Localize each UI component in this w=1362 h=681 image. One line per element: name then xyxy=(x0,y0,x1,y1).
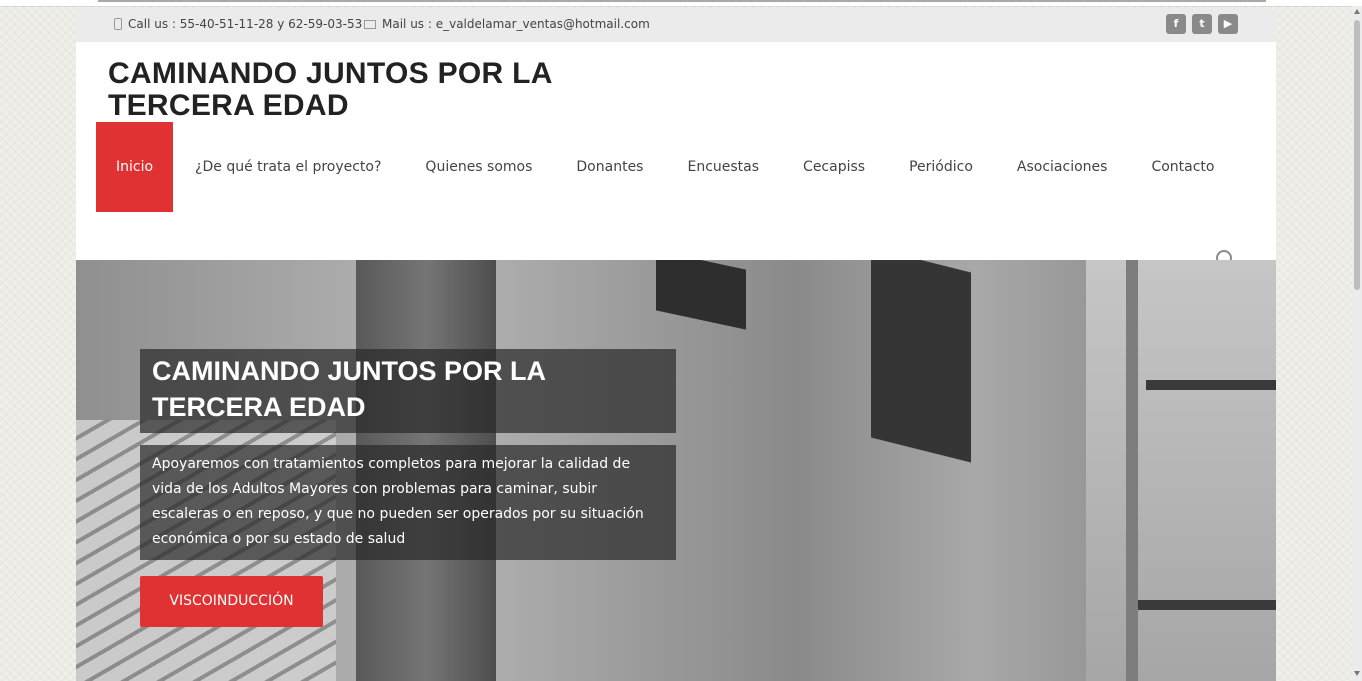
nav-item-inicio[interactable]: Inicio xyxy=(96,122,174,212)
twitter-icon[interactable]: t xyxy=(1192,14,1212,34)
top-info-bar: Call us : 55-40-51-11-28 y 62-59-03-53 M… xyxy=(76,8,1276,42)
site-title-line2: TERCERA EDAD xyxy=(108,89,349,122)
main-nav: Inicio ¿De qué trata el proyecto? Quiene… xyxy=(96,122,1236,212)
phone-text: Call us : 55-40-51-11-28 y 62-59-03-53 xyxy=(128,17,363,31)
nav-item-quienes-somos[interactable]: Quienes somos xyxy=(403,122,554,212)
browser-top-edge xyxy=(0,0,1362,7)
mail-text: Mail us : e_valdelamar_ventas@hotmail.co… xyxy=(382,17,650,31)
site-title[interactable]: CAMINANDO JUNTOS POR LA TERCERA EDAD xyxy=(108,58,628,122)
scroll-down-icon[interactable] xyxy=(1354,671,1360,676)
mail-info: Mail us : e_valdelamar_ventas@hotmail.co… xyxy=(364,17,650,31)
mail-icon xyxy=(364,19,376,29)
nav-item-contacto[interactable]: Contacto xyxy=(1129,122,1236,212)
viscoinduccion-button[interactable]: VISCOINDUCCIÓN xyxy=(140,576,323,627)
hero-title-box: CAMINANDO JUNTOS POR LA TERCERA EDAD xyxy=(140,349,676,433)
hero-slider: CAMINANDO JUNTOS POR LA TERCERA EDAD Apo… xyxy=(76,260,1276,681)
hero-description: Apoyaremos con tratamientos completos pa… xyxy=(140,445,676,560)
nav-item-periodico[interactable]: Periódico xyxy=(887,122,995,212)
nav-item-encuestas[interactable]: Encuestas xyxy=(665,122,781,212)
nav-item-proyecto[interactable]: ¿De qué trata el proyecto? xyxy=(173,122,403,212)
phone-icon xyxy=(114,18,122,30)
facebook-icon[interactable]: f xyxy=(1166,14,1186,34)
page-scrollbar[interactable] xyxy=(1352,6,1362,681)
phone-info: Call us : 55-40-51-11-28 y 62-59-03-53 xyxy=(114,17,362,31)
nav-item-cecapiss[interactable]: Cecapiss xyxy=(781,122,887,212)
page-container: Call us : 55-40-51-11-28 y 62-59-03-53 M… xyxy=(76,8,1276,681)
nav-item-donantes[interactable]: Donantes xyxy=(554,122,665,212)
scroll-up-icon[interactable] xyxy=(1354,9,1360,14)
site-title-line1: CAMINANDO JUNTOS POR LA xyxy=(108,57,553,90)
hero-title: CAMINANDO JUNTOS POR LA TERCERA EDAD xyxy=(152,356,546,422)
scrollbar-thumb[interactable] xyxy=(1354,20,1360,290)
nav-item-asociaciones[interactable]: Asociaciones xyxy=(995,122,1130,212)
youtube-icon[interactable]: ▶ xyxy=(1218,14,1238,34)
